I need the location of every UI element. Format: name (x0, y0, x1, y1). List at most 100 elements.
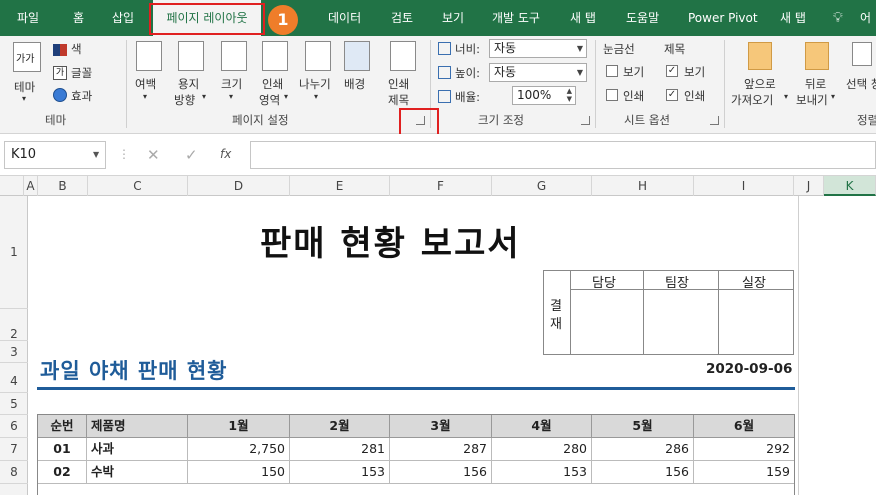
orientation-button-line2[interactable]: 방향 (174, 92, 195, 108)
table-cell[interactable]: 281 (290, 438, 390, 461)
table-cell[interactable]: 153 (492, 461, 592, 484)
column-header-f[interactable]: F (390, 176, 492, 196)
breaks-icon (305, 41, 331, 71)
table-cell[interactable]: 159 (694, 461, 794, 484)
column-header-i[interactable]: I (694, 176, 794, 196)
tab-file[interactable]: 파일 (17, 0, 39, 36)
table-cell[interactable]: 286 (592, 438, 694, 461)
table-cell[interactable]: 사과 (87, 438, 188, 461)
table-cell[interactable]: 156 (390, 461, 492, 484)
table-cell[interactable]: 02 (38, 461, 87, 484)
height-value: 자동 (494, 65, 517, 79)
column-header-d[interactable]: D (188, 176, 290, 196)
orientation-button[interactable]: 용지 (178, 76, 199, 92)
tab-new-2[interactable]: 새 탭 (780, 0, 806, 36)
column-header-e[interactable]: E (290, 176, 390, 196)
background-button[interactable]: 배경 (344, 76, 365, 92)
margins-dropdown-icon[interactable]: ▾ (143, 92, 147, 101)
print-area-dropdown-icon[interactable]: ▾ (284, 92, 288, 101)
tab-home[interactable]: 홈 (73, 0, 84, 36)
column-header-h[interactable]: H (592, 176, 694, 196)
scale-spinner[interactable]: 100% ▲ ▼ (512, 86, 576, 105)
column-header-g[interactable]: G (492, 176, 592, 196)
table-cell[interactable]: 280 (492, 438, 592, 461)
orientation-dropdown-icon[interactable]: ▾ (202, 92, 206, 101)
table-cell[interactable]: 2,750 (188, 438, 290, 461)
tab-help[interactable]: 도움말 (626, 0, 659, 36)
tab-tell-me[interactable]: 어 (860, 0, 871, 36)
gridlines-view-checkbox[interactable] (606, 65, 618, 77)
more-icon: ⋮ (118, 147, 130, 161)
print-titles-button-line2[interactable]: 제목 (388, 92, 409, 108)
breaks-button[interactable]: 나누기 (299, 76, 331, 92)
tab-power-pivot[interactable]: Power Pivot (688, 0, 758, 36)
tab-view[interactable]: 보기 (442, 0, 464, 36)
margins-button[interactable]: 여백 (135, 76, 156, 92)
effects-button[interactable]: 효과 (71, 88, 92, 104)
print-area-button-line2[interactable]: 영역 (259, 92, 280, 108)
gridlines-header: 눈금선 (603, 42, 635, 56)
print-area-button[interactable]: 인쇄 (262, 76, 283, 92)
tab-data[interactable]: 데이터 (328, 0, 361, 36)
enter-icon[interactable]: ✓ (185, 146, 198, 164)
name-box-dropdown-icon[interactable]: ▼ (93, 142, 99, 168)
bring-forward-button[interactable]: 앞으로 (744, 76, 776, 92)
row-header-8[interactable]: 8 (0, 461, 28, 484)
colors-button[interactable]: 색 (71, 41, 82, 57)
themes-dropdown-icon[interactable]: ▾ (22, 94, 26, 103)
bring-forward-dropdown-icon[interactable]: ▾ (784, 92, 788, 101)
send-backward-button-line2[interactable]: 보내기 (796, 92, 828, 108)
row-header-4[interactable]: 4 (0, 363, 28, 393)
table-cell[interactable]: 153 (290, 461, 390, 484)
table-cell[interactable]: 287 (390, 438, 492, 461)
selection-pane-button[interactable]: 선택 창 (846, 76, 876, 92)
formula-input[interactable] (250, 141, 876, 169)
fonts-button[interactable]: 글꼴 (71, 65, 92, 81)
tab-developer[interactable]: 개발 도구 (492, 0, 540, 36)
tab-new-1[interactable]: 새 탭 (570, 0, 596, 36)
column-header-b[interactable]: B (38, 176, 88, 196)
headings-print-checkbox[interactable]: ✓ (666, 89, 678, 101)
insert-function-icon[interactable]: fx (220, 147, 231, 161)
section-underline (37, 387, 795, 390)
width-dropdown-icon[interactable]: ▼ (577, 40, 583, 57)
row-header-6[interactable]: 6 (0, 415, 28, 438)
name-box[interactable]: K10 ▼ (4, 141, 106, 169)
tab-insert[interactable]: 삽입 (112, 0, 134, 36)
column-header-k[interactable]: K (824, 176, 876, 196)
row-header-3[interactable]: 3 (0, 341, 28, 363)
height-combo[interactable]: 자동 ▼ (489, 63, 587, 82)
row-header-7[interactable]: 7 (0, 438, 28, 461)
column-header-c[interactable]: C (88, 176, 188, 196)
size-button[interactable]: 크기 (221, 76, 242, 92)
headings-view-checkbox[interactable]: ✓ (666, 65, 678, 77)
table-cell[interactable]: 156 (592, 461, 694, 484)
tab-review[interactable]: 검토 (391, 0, 413, 36)
row-header-1[interactable]: 1 (0, 196, 28, 309)
column-header-j[interactable]: J (794, 176, 824, 196)
table-cell[interactable]: 292 (694, 438, 794, 461)
breaks-dropdown-icon[interactable]: ▾ (314, 92, 318, 101)
height-dropdown-icon[interactable]: ▼ (577, 64, 583, 81)
select-all-corner[interactable] (0, 176, 24, 196)
table-cell[interactable]: 01 (38, 438, 87, 461)
column-header-a[interactable]: A (24, 176, 38, 196)
size-icon (221, 41, 247, 71)
send-backward-button[interactable]: 뒤로 (805, 76, 826, 92)
lightbulb-icon[interactable]: 💡︎ (833, 0, 843, 36)
print-titles-button[interactable]: 인쇄 (388, 76, 409, 92)
table-cell[interactable]: 수박 (87, 461, 188, 484)
table-cell[interactable]: 150 (188, 461, 290, 484)
row-header-2[interactable]: 2 (0, 309, 28, 341)
bring-forward-button-line2[interactable]: 가져오기 (731, 92, 773, 108)
gridlines-print-checkbox[interactable] (606, 89, 618, 101)
scale-spin-icon[interactable]: ▲ ▼ (567, 87, 572, 103)
cancel-icon[interactable]: ✕ (147, 146, 160, 164)
scale-launcher-icon[interactable] (581, 116, 590, 125)
size-dropdown-icon[interactable]: ▾ (229, 92, 233, 101)
themes-button[interactable]: 테마 (14, 79, 35, 95)
send-backward-dropdown-icon[interactable]: ▾ (831, 92, 835, 101)
sheet-options-launcher-icon[interactable] (710, 116, 719, 125)
row-header-5[interactable]: 5 (0, 393, 28, 415)
width-combo[interactable]: 자동 ▼ (489, 39, 587, 58)
